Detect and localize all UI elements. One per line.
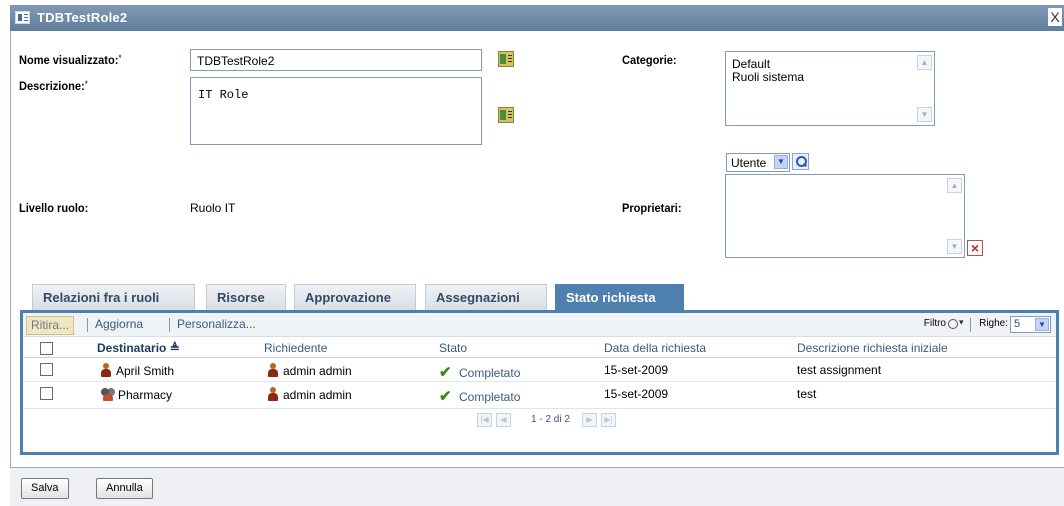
rows-select[interactable]: 5 ▼: [1010, 316, 1051, 333]
request-status-panel: Ritira... Aggiorna Personalizza... Filtr…: [20, 310, 1059, 455]
localize-icon[interactable]: [498, 107, 514, 123]
column-requester[interactable]: Richiedente: [264, 341, 327, 355]
checkmark-icon: ✔: [439, 388, 452, 405]
customize-link[interactable]: Personalizza...: [177, 316, 256, 335]
last-page-icon[interactable]: ▶|: [601, 413, 616, 427]
recipient-cell[interactable]: April Smith: [101, 363, 174, 378]
category-item[interactable]: Ruoli sistema: [726, 70, 934, 85]
scroll-up-icon[interactable]: ▲: [917, 55, 932, 70]
search-icon[interactable]: [792, 153, 809, 170]
description-label: Descrizione:*: [19, 79, 88, 93]
save-button[interactable]: Salva: [21, 478, 69, 499]
recipient-cell[interactable]: Pharmacy: [101, 387, 172, 402]
cancel-button[interactable]: Annulla: [96, 478, 153, 499]
description-textarea[interactable]: IT Role: [190, 77, 482, 145]
user-icon: [268, 387, 278, 401]
group-icon: [101, 387, 115, 401]
scroll-up-icon[interactable]: ▲: [947, 178, 962, 193]
toolbar-separator: [169, 318, 170, 332]
table-row[interactable]: Pharmacy admin admin ✔ Completato 15-set-…: [23, 383, 1056, 406]
window-title: TDBTestRole2: [37, 10, 128, 25]
chevron-down-icon[interactable]: ▼: [1035, 318, 1049, 331]
role-icon: [15, 11, 30, 24]
tab-resources[interactable]: Risorse: [206, 284, 286, 310]
footer: [10, 468, 1064, 506]
requester-cell: admin admin: [268, 363, 352, 378]
scroll-down-icon[interactable]: ▼: [947, 239, 962, 254]
owners-listbox[interactable]: ▲ ▼: [725, 174, 965, 258]
scroll-down-icon[interactable]: ▼: [917, 107, 932, 122]
toolbar-separator: [970, 318, 971, 332]
categories-label: Categorie:: [622, 53, 677, 67]
column-status[interactable]: Stato: [439, 341, 467, 355]
rows-label: Righe:: [979, 318, 1008, 329]
column-description[interactable]: Descrizione richiesta iniziale: [797, 341, 948, 355]
first-page-icon[interactable]: |◀: [477, 413, 492, 427]
window-titlebar: TDBTestRole2 X: [10, 5, 1064, 31]
table-header: Destinatario ≜ Richiedente Stato Data de…: [23, 338, 1056, 358]
status-cell[interactable]: ✔ Completato: [439, 387, 520, 405]
close-icon[interactable]: X: [1048, 8, 1062, 26]
display-name-input[interactable]: TDBTestRole2: [190, 49, 482, 71]
user-icon: [268, 363, 278, 377]
column-recipient[interactable]: Destinatario ≜: [97, 341, 180, 355]
sort-ascending-icon[interactable]: ≜: [170, 341, 180, 355]
tab-request-status[interactable]: Stato richiesta: [555, 284, 684, 311]
pagination: |◀ ◀ 1 - 2 di 2 ▶ ▶|: [23, 408, 1056, 432]
filter-icon[interactable]: [948, 317, 964, 332]
row-checkbox[interactable]: [40, 387, 53, 400]
description-cell: test assignment: [797, 363, 882, 377]
date-cell: 15-set-2009: [604, 387, 669, 401]
categories-scrollbar[interactable]: ▲ ▼: [917, 55, 932, 122]
checkmark-icon: ✔: [439, 364, 452, 381]
table-row[interactable]: April Smith admin admin ✔ Completato 15-s…: [23, 359, 1056, 382]
display-name-label: Nome visualizzato:*: [19, 53, 122, 67]
toolbar-separator: [87, 318, 88, 332]
column-request-date[interactable]: Data della richiesta: [604, 341, 706, 355]
chevron-down-icon[interactable]: ▼: [774, 155, 788, 169]
delete-icon[interactable]: ×: [967, 240, 983, 256]
owners-label: Proprietari:: [622, 201, 682, 215]
localize-icon[interactable]: [498, 51, 514, 67]
select-all-checkbox[interactable]: [40, 342, 53, 355]
owner-type-select[interactable]: Utente ▼: [726, 153, 790, 172]
status-cell[interactable]: ✔ Completato: [439, 363, 520, 381]
withdraw-button[interactable]: Ritira...: [26, 316, 75, 335]
previous-page-icon[interactable]: ◀: [496, 413, 511, 427]
description-cell: test: [797, 387, 817, 401]
user-icon: [101, 363, 111, 377]
page-info: 1 - 2 di 2: [531, 414, 570, 425]
next-page-icon[interactable]: ▶: [582, 413, 597, 427]
role-level-label: Livello ruolo:: [19, 201, 89, 215]
tab-approval[interactable]: Approvazione: [294, 284, 416, 310]
owners-scrollbar[interactable]: ▲ ▼: [947, 178, 962, 254]
row-checkbox[interactable]: [40, 363, 53, 376]
date-cell: 15-set-2009: [604, 363, 669, 377]
table-toolbar: Ritira... Aggiorna Personalizza... Filtr…: [23, 313, 1056, 337]
categories-listbox[interactable]: Default Ruoli sistema ▲ ▼: [725, 51, 935, 126]
requester-cell: admin admin: [268, 387, 352, 402]
refresh-link[interactable]: Aggiorna: [95, 316, 143, 335]
role-level-value: Ruolo IT: [190, 201, 236, 215]
tab-role-relations[interactable]: Relazioni fra i ruoli: [32, 284, 195, 310]
filter-label: Filtro: [923, 318, 946, 329]
tab-assignments[interactable]: Assegnazioni: [425, 284, 547, 310]
